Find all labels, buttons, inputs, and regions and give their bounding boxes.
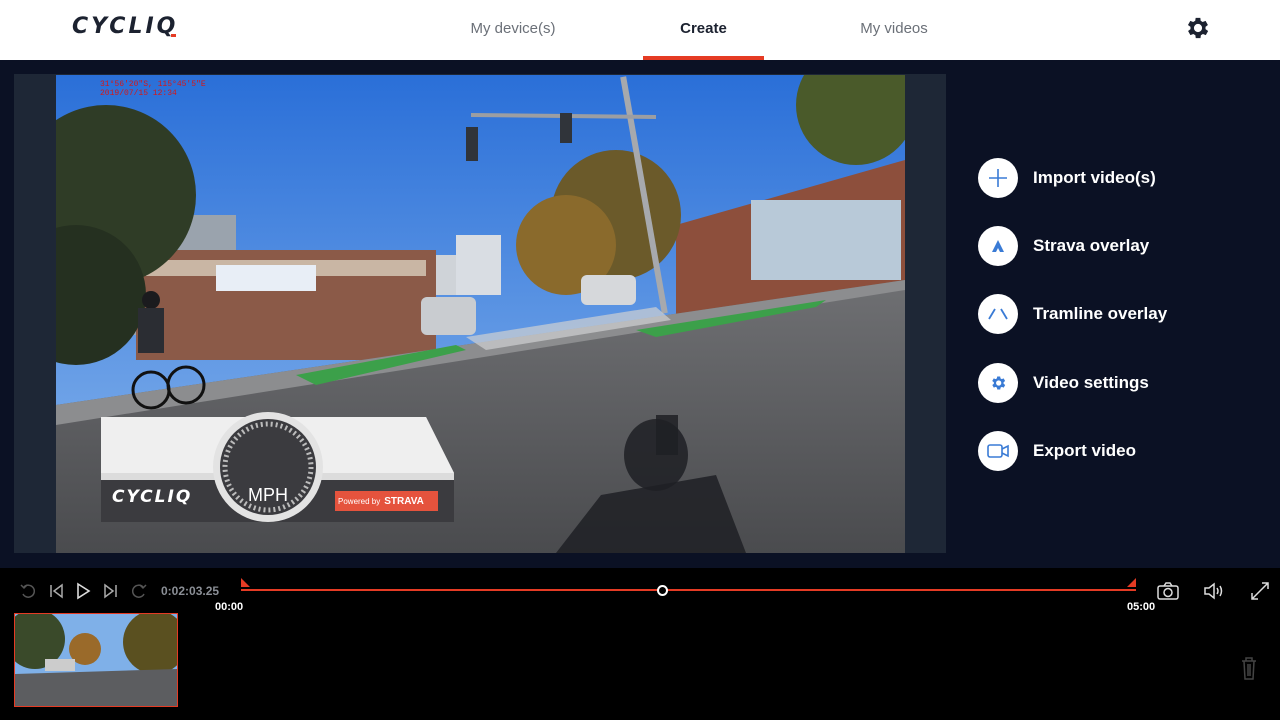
undo-icon[interactable]: [19, 582, 37, 600]
volume-icon[interactable]: [1203, 581, 1225, 601]
clip-thumbnail-image: [15, 614, 177, 706]
powered-by-text: Powered by: [338, 496, 381, 506]
tab-my-devices[interactable]: My device(s): [452, 20, 574, 37]
export-video-button[interactable]: Export video: [978, 430, 1136, 472]
timeline-end-label: 05:00: [1127, 601, 1156, 613]
video-settings-button[interactable]: Video settings: [978, 362, 1149, 404]
tramline-icon: [978, 294, 1018, 334]
video-camera-icon: [978, 431, 1018, 471]
tab-my-videos[interactable]: My videos: [840, 20, 948, 37]
strava-overlay-label: Strava overlay: [1033, 236, 1150, 255]
powered-by-strava-badge: Powered by STRAVA: [338, 494, 434, 508]
trim-end-marker[interactable]: [1127, 578, 1136, 587]
timeline-track[interactable]: [241, 589, 1136, 591]
cycliq-logo[interactable]: CYCLIQ: [72, 14, 178, 39]
tramline-overlay-button[interactable]: Tramline overlay: [978, 293, 1167, 335]
strava-icon: [978, 226, 1018, 266]
next-frame-icon[interactable]: [102, 582, 120, 600]
tramline-overlay-label: Tramline overlay: [1033, 304, 1168, 323]
strava-brand-text: STRAVA: [384, 495, 424, 507]
redo-icon[interactable]: [130, 582, 148, 600]
speed-unit-label: MPH: [248, 485, 288, 505]
video-scene: [56, 75, 905, 553]
clip-thumbnail[interactable]: [14, 613, 178, 707]
fullscreen-icon[interactable]: [1250, 581, 1270, 601]
tab-create[interactable]: Create: [643, 20, 764, 37]
playhead-handle[interactable]: [656, 585, 668, 596]
top-nav-bar: CYCLIQ My device(s) Create My videos: [0, 0, 1280, 60]
camera-snapshot-icon[interactable]: [1157, 581, 1179, 601]
gear-icon[interactable]: [1184, 14, 1212, 42]
import-videos-button[interactable]: Import video(s): [978, 157, 1156, 199]
plus-icon: [978, 158, 1018, 198]
timeline-start-label: 00:00: [215, 601, 244, 613]
trash-icon[interactable]: [1239, 655, 1259, 681]
gear-icon: [978, 363, 1018, 403]
previous-frame-icon[interactable]: [47, 582, 65, 600]
current-time: 0:02:03.25: [161, 584, 220, 598]
export-video-label: Export video: [1033, 441, 1136, 460]
video-preview[interactable]: [56, 75, 905, 553]
gps-stamp: 31°56'20"S, 115°45'5"E 2019/07/15 12:34: [100, 80, 206, 98]
play-icon[interactable]: [74, 582, 92, 600]
video-settings-label: Video settings: [1033, 373, 1149, 392]
overlay-logo: CYCLIQ: [112, 487, 193, 507]
strava-overlay-button[interactable]: Strava overlay: [978, 225, 1149, 267]
trim-start-marker[interactable]: [241, 578, 250, 587]
import-videos-label: Import video(s): [1033, 168, 1156, 187]
